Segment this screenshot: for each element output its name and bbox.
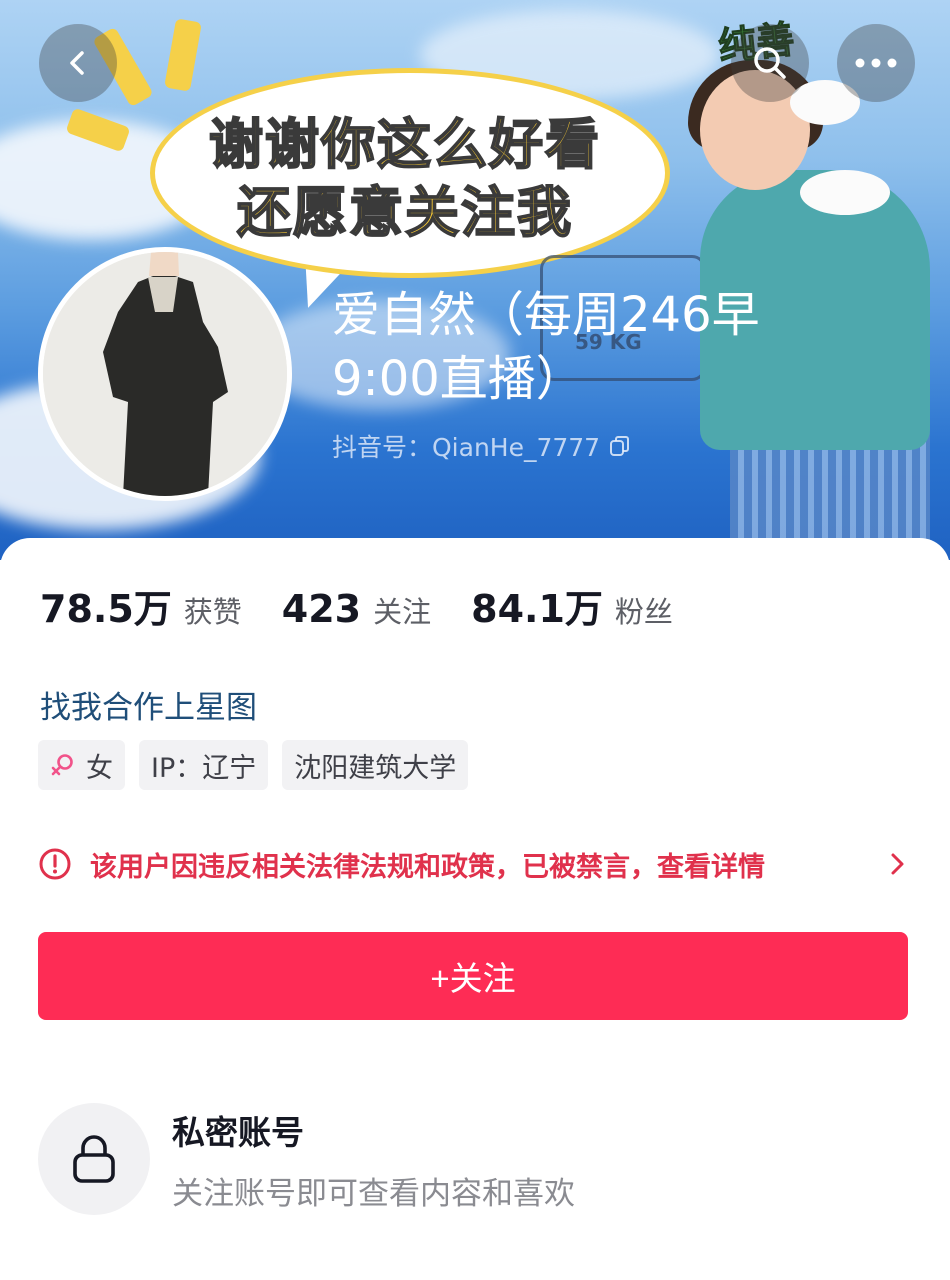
stats-row: 78.5万 获赞 423 关注 84.1万 粉丝 (40, 578, 713, 633)
bubble-line-2: 还愿意关注我 (236, 180, 573, 245)
more-horizontal-icon (855, 58, 897, 68)
profile-tags: 女 IP：辽宁 沈阳建筑大学 (38, 740, 469, 790)
chevron-left-icon (70, 51, 84, 75)
private-title: 私密账号 (172, 1112, 304, 1152)
ip-tag: IP：辽宁 (139, 740, 269, 790)
bird-image (800, 170, 890, 215)
follow-button[interactable]: +关注 (38, 932, 908, 1020)
profile-card: 78.5万 获赞 423 关注 84.1万 粉丝 找我合作上星图 女 IP：辽宁… (0, 538, 950, 1280)
collab-link[interactable]: 找我合作上星图 (40, 682, 257, 727)
douyin-id: 抖音号：QianHe_7777 (332, 433, 601, 462)
alert-circle-icon (39, 848, 71, 880)
private-account-notice: 私密账号 关注账号即可查看内容和喜欢 (38, 1103, 575, 1215)
stat-label: 粉丝 (614, 595, 673, 629)
private-description: 关注账号即可查看内容和喜欢 (172, 1175, 575, 1212)
female-icon (51, 754, 73, 776)
stat-followers[interactable]: 84.1万 粉丝 (471, 578, 673, 633)
ban-notice-text: 该用户因违反相关法律法规和政策，已被禁言，查看详情 (90, 851, 765, 883)
search-icon (754, 47, 786, 79)
search-button[interactable] (731, 24, 809, 102)
profile-nickname: 爱自然（每周246早9:00直播） (332, 287, 760, 407)
stat-likes[interactable]: 78.5万 获赞 (40, 578, 242, 633)
gender-label: 女 (86, 752, 113, 784)
stat-label: 获赞 (183, 595, 242, 629)
lock-badge (38, 1103, 150, 1215)
stat-label: 关注 (373, 595, 432, 629)
stat-following[interactable]: 423 关注 (282, 587, 431, 631)
stat-value: 84.1万 (471, 587, 603, 631)
stat-value: 423 (281, 587, 362, 631)
copy-icon[interactable] (608, 434, 632, 458)
avatar[interactable] (38, 247, 292, 501)
stat-value: 78.5万 (40, 587, 172, 631)
gender-tag: 女 (38, 740, 125, 790)
ban-notice[interactable]: 该用户因违反相关法律法规和政策，已被禁言，查看详情 (38, 842, 908, 886)
chevron-right-icon (891, 853, 904, 875)
back-button[interactable] (39, 24, 117, 102)
douyin-id-row[interactable]: 抖音号：QianHe_7777 (332, 428, 632, 464)
school-tag[interactable]: 沈阳建筑大学 (282, 740, 469, 790)
lock-icon (73, 1135, 115, 1183)
avatar-photo (43, 252, 287, 496)
more-button[interactable] (837, 24, 915, 102)
